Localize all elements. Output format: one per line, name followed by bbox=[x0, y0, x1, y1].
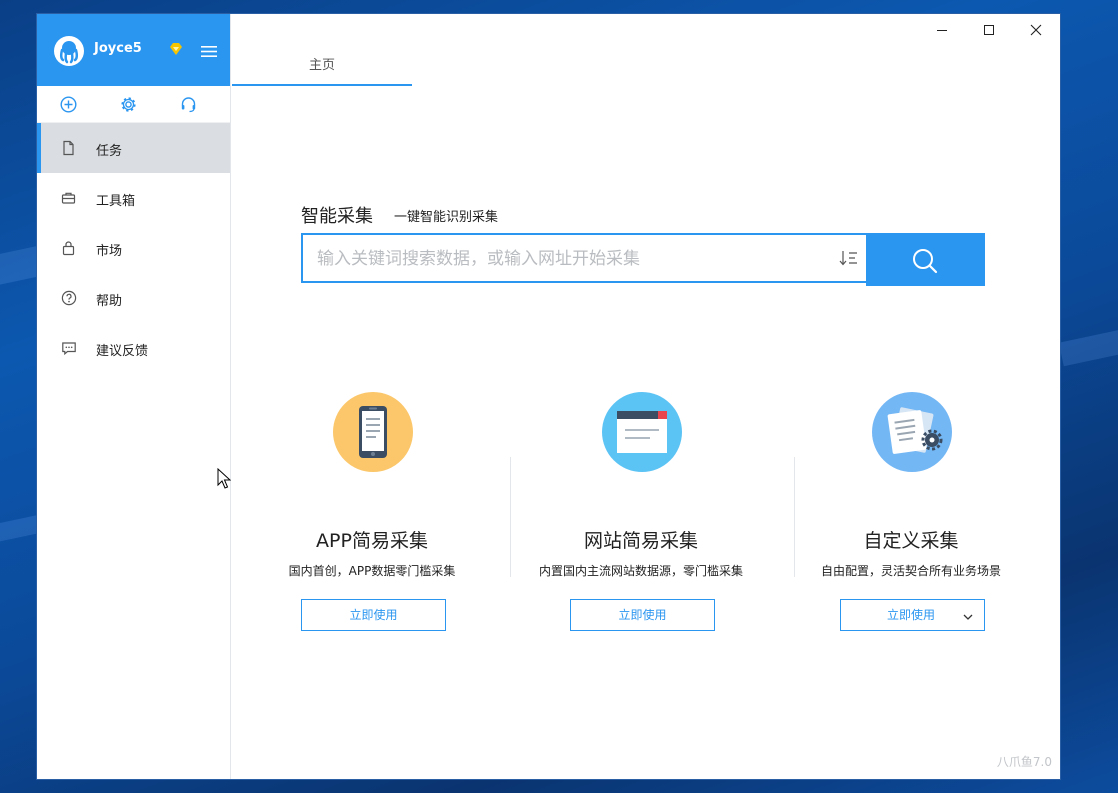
help-icon bbox=[61, 290, 77, 306]
search-button[interactable] bbox=[866, 233, 985, 286]
sidebar-item-market[interactable]: 市场 bbox=[37, 223, 230, 273]
add-icon[interactable] bbox=[60, 96, 77, 113]
main-area: 主页 智能采集 一键智能识别采集 APP简易采集 国内首创，APP数据 bbox=[231, 14, 1060, 779]
card-title: 自定义采集 bbox=[863, 530, 959, 552]
button-label: 立即使用 bbox=[887, 608, 936, 622]
maximize-button[interactable] bbox=[974, 20, 1004, 40]
phone-app-icon bbox=[333, 392, 413, 472]
document-icon bbox=[61, 140, 76, 156]
card-title: APP简易采集 bbox=[316, 530, 428, 552]
sidebar-item-label: 帮助 bbox=[96, 294, 123, 309]
website-collect-use-button[interactable]: 立即使用 bbox=[570, 599, 715, 631]
custom-collect-card: 自定义采集 自由配置，灵活契合所有业务场景 立即使用 bbox=[776, 390, 1046, 640]
sidebar-item-tasks[interactable]: 任务 bbox=[37, 123, 230, 173]
sidebar-toolbar bbox=[37, 86, 230, 123]
app-collect-use-button[interactable]: 立即使用 bbox=[301, 599, 446, 631]
version-label: 八爪鱼7.0 bbox=[996, 755, 1052, 769]
sidebar-item-label: 工具箱 bbox=[96, 194, 136, 209]
chat-bubble-icon bbox=[61, 340, 76, 356]
shopping-bag-icon bbox=[61, 240, 76, 256]
tab-home[interactable]: 主页 bbox=[232, 50, 412, 86]
card-description: 国内首创，APP数据零门槛采集 bbox=[288, 564, 456, 578]
search-icon bbox=[913, 249, 938, 274]
sidebar: Joyce5 任务 工具箱 市场 帮助 建议反馈 bbox=[37, 14, 231, 779]
minimize-button[interactable] bbox=[927, 20, 957, 40]
user-bar: Joyce5 bbox=[37, 14, 230, 86]
headset-icon[interactable] bbox=[180, 96, 197, 113]
vip-diamond-icon[interactable] bbox=[168, 41, 184, 57]
sidebar-item-help[interactable]: 帮助 bbox=[37, 273, 230, 323]
hamburger-menu-icon[interactable] bbox=[201, 43, 217, 57]
toolbox-icon bbox=[61, 190, 76, 206]
website-collect-card: 网站简易采集 内置国内主流网站数据源，零门槛采集 立即使用 bbox=[506, 390, 776, 640]
chevron-down-icon[interactable] bbox=[962, 601, 974, 631]
smart-collect-title: 智能采集 bbox=[301, 206, 373, 227]
sort-icon[interactable] bbox=[839, 249, 859, 267]
browser-window-icon bbox=[602, 392, 682, 472]
mouse-cursor-icon bbox=[217, 467, 232, 494]
smart-collect-subtitle: 一键智能识别采集 bbox=[394, 210, 499, 225]
custom-collect-use-button[interactable]: 立即使用 bbox=[840, 599, 985, 631]
sidebar-item-toolbox[interactable]: 工具箱 bbox=[37, 173, 230, 223]
sidebar-item-feedback[interactable]: 建议反馈 bbox=[37, 323, 230, 373]
app-collect-card: APP简易采集 国内首创，APP数据零门槛采集 立即使用 bbox=[237, 390, 507, 640]
sidebar-item-label: 任务 bbox=[96, 144, 123, 159]
card-description: 内置国内主流网站数据源，零门槛采集 bbox=[538, 564, 743, 578]
card-title: 网站简易采集 bbox=[583, 530, 698, 552]
sidebar-item-label: 市场 bbox=[96, 244, 123, 259]
sidebar-item-label: 建议反馈 bbox=[96, 344, 149, 359]
close-button[interactable] bbox=[1021, 20, 1051, 40]
search-box bbox=[301, 233, 866, 283]
username[interactable]: Joyce5 bbox=[94, 41, 142, 56]
app-window: Joyce5 任务 工具箱 市场 帮助 建议反馈 主页 智能采集 一键智能识别采… bbox=[37, 14, 1060, 779]
config-documents-icon bbox=[872, 392, 952, 472]
gear-icon[interactable] bbox=[120, 96, 137, 113]
avatar[interactable] bbox=[54, 36, 84, 66]
search-input[interactable] bbox=[315, 235, 829, 283]
card-description: 自由配置，灵活契合所有业务场景 bbox=[820, 564, 1001, 578]
